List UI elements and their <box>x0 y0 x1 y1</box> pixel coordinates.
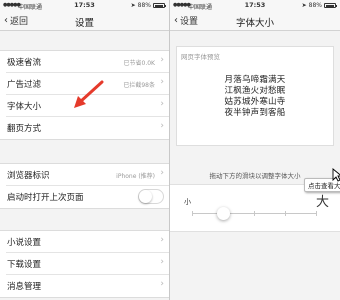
settings-screen: ●●●●● 中国联通 17:53 ➤ 88% ‹ 返回 设置 极速省流 已节省0… <box>0 0 170 300</box>
font-preview-box: 网页字体预览 月落乌啼霜满天 江枫渔火对愁眠 姑苏城外寒山寺 夜半钟声到客船 <box>176 46 334 146</box>
chevron-right-icon: › <box>160 55 164 65</box>
mouse-cursor-icon <box>332 168 340 182</box>
setting-label: 字体大小 <box>7 102 42 112</box>
status-bar: ●●●●● 中国联通 17:53 ➤ 88% <box>0 0 169 11</box>
setting-value: 已拦截98条 <box>123 82 155 89</box>
setting-value: iPhone (推荐) <box>116 173 155 180</box>
setting-row-restore-last-page: 启动时打开上次页面 <box>6 186 169 208</box>
chevron-right-icon: › <box>160 77 164 87</box>
setting-row-download[interactable]: 下载设置 › <box>6 253 169 275</box>
annotation-arrow-icon <box>74 80 104 108</box>
chevron-right-icon: › <box>160 99 164 109</box>
back-label: 返回 <box>10 17 29 27</box>
battery-percent: 88% <box>308 2 322 9</box>
chevron-right-icon: › <box>160 168 164 178</box>
setting-row-page-turn[interactable]: 翻页方式 › <box>6 117 169 139</box>
poem-line: 姑苏城外寒山寺 <box>224 97 286 107</box>
back-button[interactable]: ‹ 设置 <box>174 14 198 27</box>
setting-row-user-agent[interactable]: 浏览器标识 iPhone (推荐) › <box>6 164 169 186</box>
poem-line: 月落乌啼霜满天 <box>224 75 286 85</box>
restore-page-toggle[interactable] <box>138 189 164 204</box>
chevron-right-icon: › <box>160 279 164 289</box>
chevron-right-icon: › <box>160 121 164 131</box>
setting-row-messages[interactable]: 消息管理 › <box>6 275 169 297</box>
status-bar: ●●●●● 中国联通 17:53 ➤ 88% <box>170 0 340 11</box>
poem-line: 夜半钟声到客船 <box>224 108 286 118</box>
poem-line: 江枫渔火对愁眠 <box>224 86 286 96</box>
setting-row-novel[interactable]: 小说设置 › <box>6 231 169 253</box>
font-size-slider[interactable] <box>192 207 317 220</box>
settings-group-2: 浏览器标识 iPhone (推荐) › 启动时打开上次页面 <box>0 163 169 209</box>
back-label: 设置 <box>180 17 199 27</box>
nav-bar: ‹ 设置 字体大小 <box>170 11 340 31</box>
setting-label: 消息管理 <box>7 282 42 292</box>
setting-value: 已节省0.0K <box>123 60 155 67</box>
chevron-left-icon: ‹ <box>4 14 8 26</box>
back-button[interactable]: ‹ 返回 <box>4 14 28 27</box>
setting-label: 启动时打开上次页面 <box>7 193 84 203</box>
setting-label: 广告过滤 <box>7 80 42 90</box>
location-icon: ➤ <box>301 2 307 9</box>
slider-tick <box>316 211 317 216</box>
settings-group-3: 小说设置 › 下载设置 › 消息管理 › <box>0 230 169 298</box>
battery-icon <box>324 3 337 8</box>
preview-label: 网页字体预览 <box>181 53 220 61</box>
setting-label: 极速省流 <box>7 58 42 68</box>
large-font-label: 大 <box>315 195 329 210</box>
slider-tick <box>254 211 255 216</box>
setting-label: 浏览器标识 <box>7 171 50 181</box>
slider-thumb[interactable] <box>217 207 230 220</box>
setting-label: 下载设置 <box>7 260 42 270</box>
setting-label: 翻页方式 <box>7 124 42 134</box>
chevron-left-icon: ‹ <box>174 14 178 26</box>
battery-percent: 88% <box>137 2 151 9</box>
slider-tick <box>192 211 193 216</box>
setting-row-data-saver[interactable]: 极速省流 已节省0.0K › <box>6 51 169 73</box>
battery-icon <box>153 3 166 8</box>
slider-tick <box>285 211 286 216</box>
location-icon: ➤ <box>130 2 136 9</box>
chevron-right-icon: › <box>160 235 164 245</box>
font-size-screen: ●●●●● 中国联通 17:53 ➤ 88% ‹ 设置 字体大小 网页字体预览 … <box>170 0 340 300</box>
preview-poem: 月落乌啼霜满天 江枫渔火对愁眠 姑苏城外寒山寺 夜半钟声到客船 <box>177 75 333 119</box>
setting-label: 小说设置 <box>7 238 42 248</box>
chevron-right-icon: › <box>160 257 164 267</box>
nav-bar: ‹ 返回 设置 <box>0 11 169 31</box>
small-font-label: 小 <box>184 198 191 206</box>
